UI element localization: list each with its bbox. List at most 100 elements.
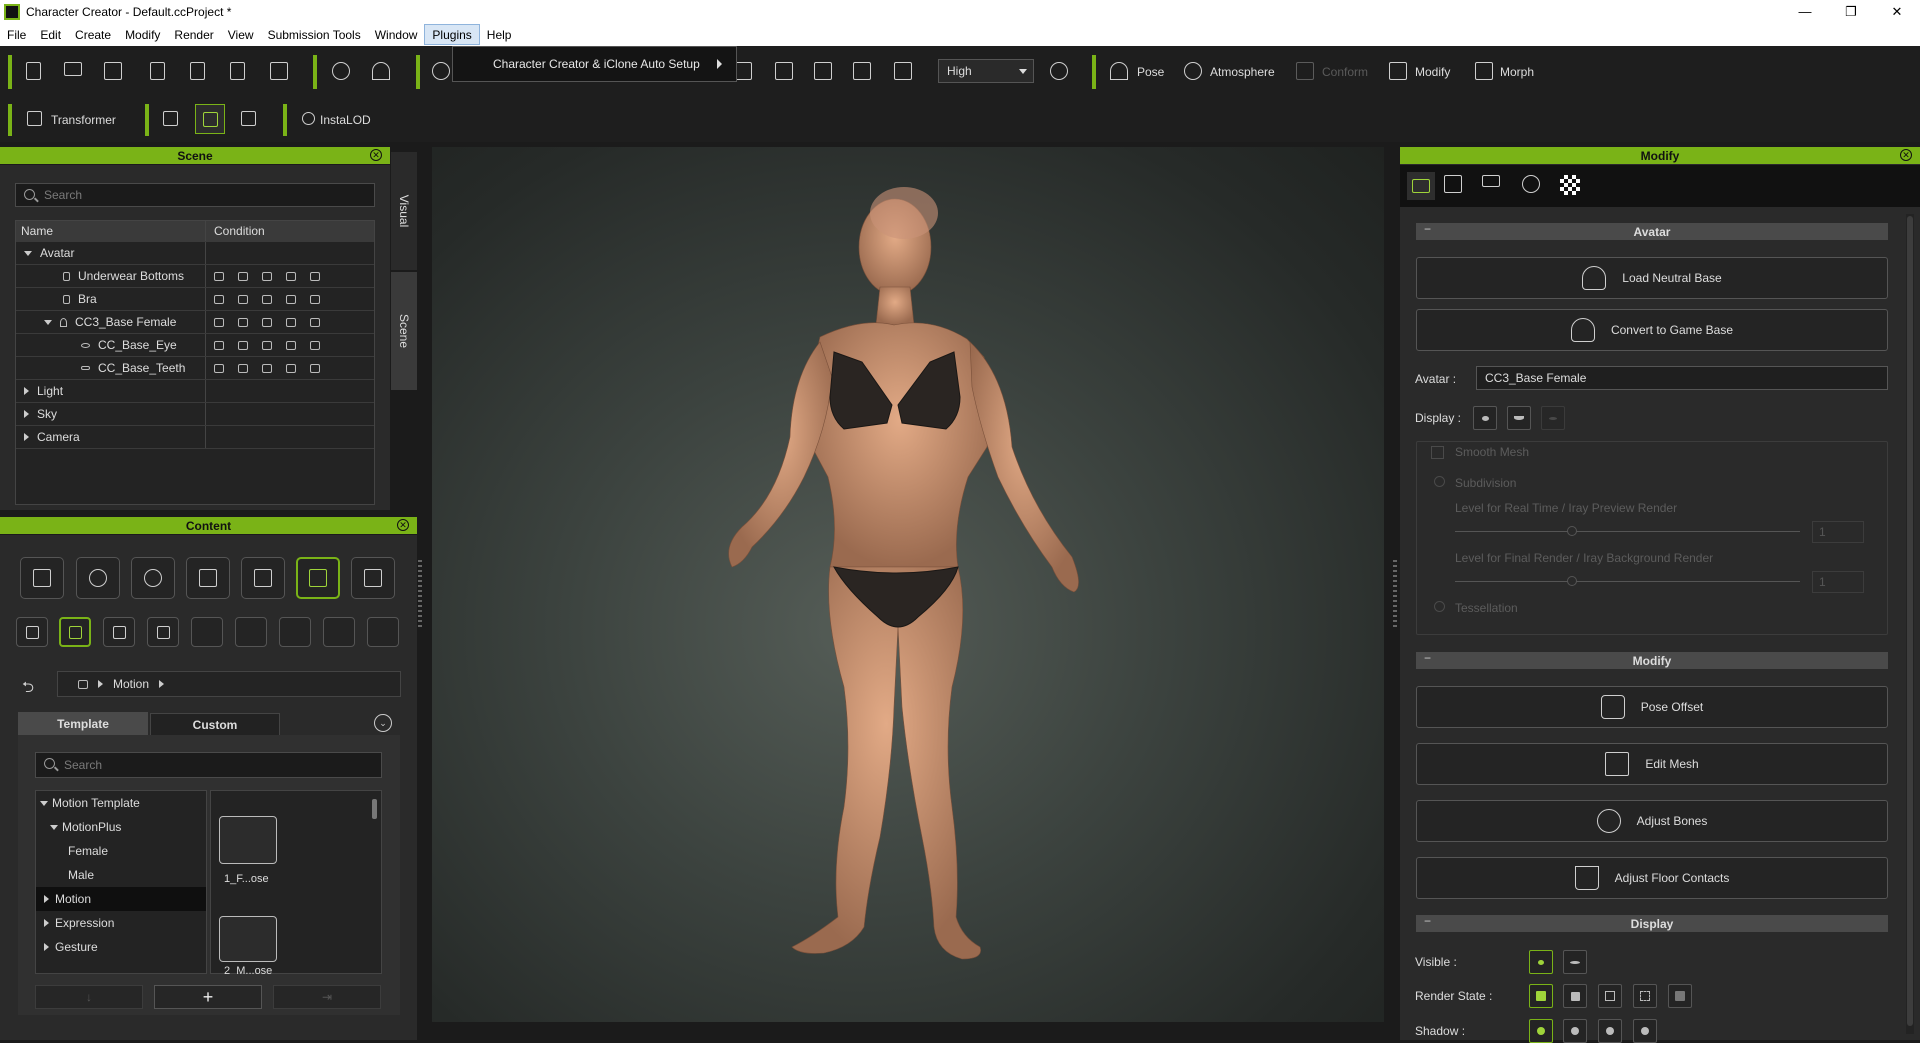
menu-view[interactable]: View: [221, 24, 261, 45]
menu-render[interactable]: Render: [167, 24, 220, 45]
breadcrumb-motion[interactable]: Motion: [113, 677, 149, 691]
shadow-icon[interactable]: [286, 294, 296, 304]
tab-custom[interactable]: Custom: [150, 713, 280, 737]
undo-icon[interactable]: [432, 62, 450, 80]
morph-tab-icon[interactable]: [1482, 175, 1500, 187]
close-icon[interactable]: ✕: [1900, 149, 1912, 161]
menu-modify[interactable]: Modify: [118, 24, 167, 45]
attribute-tab-icon[interactable]: [1407, 172, 1435, 200]
lighting-icon[interactable]: [1050, 62, 1068, 80]
render-xray-icon[interactable]: [1668, 984, 1692, 1008]
adjust-bones-button[interactable]: Adjust Bones: [1416, 800, 1888, 842]
shadow-icon[interactable]: [286, 363, 296, 373]
add-button[interactable]: +: [154, 985, 262, 1009]
folder-expression[interactable]: Expression: [36, 911, 206, 935]
maximize-button[interactable]: ❐: [1828, 0, 1874, 23]
instalod-icon[interactable]: [302, 112, 315, 125]
expand-arrow-icon[interactable]: [50, 824, 58, 830]
camera-view-icon[interactable]: [894, 62, 912, 80]
edit-mesh-button[interactable]: Edit Mesh: [1416, 743, 1888, 785]
fit-view-icon[interactable]: [814, 62, 832, 80]
tab-template[interactable]: Template: [18, 712, 148, 736]
folder-thumb-icon[interactable]: [219, 816, 277, 864]
tpose-icon[interactable]: [372, 62, 390, 80]
material-icon[interactable]: [262, 340, 272, 350]
display-section-header[interactable]: − Display: [1416, 914, 1888, 932]
tree-row-camera[interactable]: Camera: [16, 426, 374, 449]
new-file-icon[interactable]: [26, 62, 41, 80]
tab-scene[interactable]: Scene: [391, 272, 417, 390]
content-search-input[interactable]: Search: [35, 752, 382, 778]
expand-arrow-icon[interactable]: [24, 387, 29, 395]
shadow-icon[interactable]: [286, 340, 296, 350]
tree-row-sky[interactable]: Sky: [16, 403, 374, 426]
texture-tab-icon[interactable]: [1560, 175, 1580, 195]
scene-pose-icon[interactable]: [163, 111, 178, 126]
quality-select[interactable]: High: [938, 59, 1034, 83]
hand-sub-icon[interactable]: [147, 617, 179, 647]
render-bounding-icon[interactable]: [1633, 984, 1657, 1008]
eye-icon[interactable]: [214, 294, 224, 304]
shadow-off-icon[interactable]: [1633, 1019, 1657, 1043]
3d-viewport[interactable]: [432, 147, 1384, 1022]
lock-icon[interactable]: [238, 271, 248, 281]
tree-row-cc-base-eye[interactable]: CC_Base_Eye: [16, 334, 374, 357]
collapse-icon[interactable]: −: [1424, 914, 1431, 928]
motion-category-icon[interactable]: [296, 557, 340, 599]
minimize-button[interactable]: —: [1782, 0, 1828, 23]
modify-button[interactable]: Modify: [1415, 65, 1450, 79]
export-icon[interactable]: [190, 62, 205, 80]
atmosphere-button[interactable]: Atmosphere: [1210, 65, 1275, 79]
save-icon[interactable]: [104, 62, 122, 80]
shadow-icon[interactable]: [286, 317, 296, 327]
col-name-header[interactable]: Name: [16, 221, 206, 241]
mesh-icon[interactable]: [310, 340, 320, 350]
folder-motionplus[interactable]: MotionPlus: [36, 815, 206, 839]
align-icon[interactable]: [775, 62, 793, 80]
render-icon[interactable]: [270, 62, 288, 80]
collapse-icon[interactable]: −: [1424, 222, 1431, 236]
material-icon[interactable]: [262, 317, 272, 327]
material-category-icon[interactable]: [131, 557, 175, 599]
close-button[interactable]: ✕: [1874, 0, 1920, 23]
pose-sub-icon[interactable]: [16, 617, 48, 647]
adjust-floor-contacts-button[interactable]: Adjust Floor Contacts: [1416, 857, 1888, 899]
collapse-icon[interactable]: −: [1424, 651, 1431, 665]
scene-search-input[interactable]: Search: [15, 183, 375, 207]
material-icon[interactable]: [262, 271, 272, 281]
hidden-eye-icon[interactable]: [1563, 950, 1587, 974]
tree-row-cc3-base-female[interactable]: CC3_Base Female: [16, 311, 374, 334]
mesh-icon[interactable]: [310, 294, 320, 304]
left-splitter-handle[interactable]: [418, 560, 422, 630]
convert-to-game-base-button[interactable]: Convert to Game Base: [1416, 309, 1888, 351]
expand-arrow-icon[interactable]: [44, 919, 49, 927]
folder-motion[interactable]: Motion: [36, 887, 206, 911]
tree-row-bra[interactable]: Bra: [16, 288, 374, 311]
right-splitter-handle[interactable]: [1393, 560, 1397, 630]
modify-icon[interactable]: [1389, 62, 1407, 80]
eye-icon[interactable]: [214, 317, 224, 327]
eye-icon[interactable]: [214, 340, 224, 350]
expand-arrow-icon[interactable]: [44, 943, 49, 951]
display-eye-icon[interactable]: [1473, 406, 1497, 430]
render-solid-icon[interactable]: [1563, 984, 1587, 1008]
options-chevron-icon[interactable]: ⌄: [374, 714, 392, 732]
lock-icon[interactable]: [238, 317, 248, 327]
instalod-button[interactable]: InstaLOD: [320, 113, 371, 127]
lock-icon[interactable]: [238, 294, 248, 304]
mesh-icon[interactable]: [310, 271, 320, 281]
pose-offset-button[interactable]: Pose Offset: [1416, 686, 1888, 728]
avatar-name-field[interactable]: CC3_Base Female: [1476, 366, 1888, 390]
shadow-cast-icon[interactable]: [1563, 1019, 1587, 1043]
morph-icon[interactable]: [1475, 62, 1493, 80]
expand-arrow-icon[interactable]: [40, 800, 48, 806]
expand-arrow-icon[interactable]: [24, 410, 29, 418]
pick-icon[interactable]: [195, 104, 225, 134]
transformer-icon[interactable]: [27, 111, 42, 126]
stage-category-icon[interactable]: [351, 557, 395, 599]
menu-help[interactable]: Help: [480, 24, 519, 45]
material-icon[interactable]: [262, 294, 272, 304]
shadow-cast-receive-icon[interactable]: [1529, 1019, 1553, 1043]
atmosphere-icon[interactable]: [1184, 62, 1202, 80]
render-wireframe-icon[interactable]: [1598, 984, 1622, 1008]
